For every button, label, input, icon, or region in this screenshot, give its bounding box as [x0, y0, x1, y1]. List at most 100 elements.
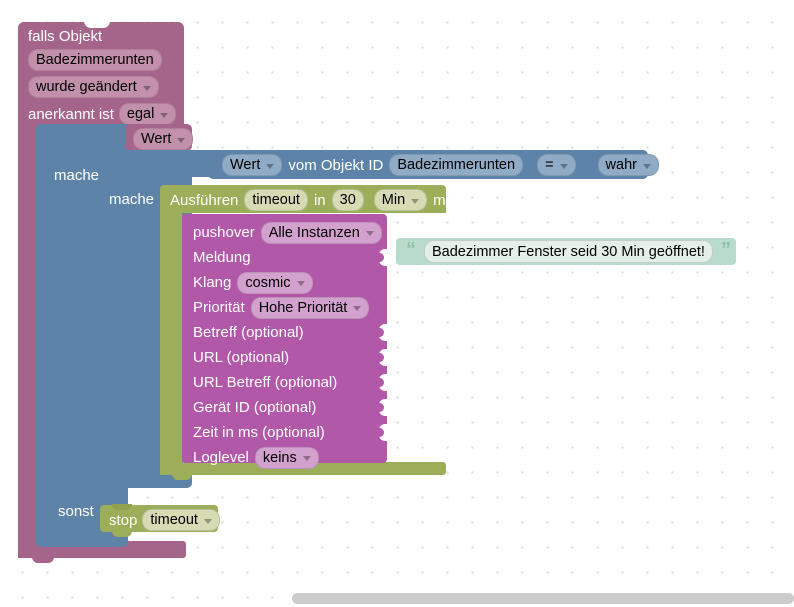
- pushover-row: URL Betreff (optional): [193, 370, 388, 395]
- pushover-row-dropdown[interactable]: keins: [254, 446, 319, 469]
- block-top-notch: [112, 504, 132, 510]
- event-object-row[interactable]: Badezimmerunten: [28, 49, 184, 71]
- pushover-row-label: Meldung: [193, 249, 251, 266]
- pushover-row-value: keins: [262, 449, 297, 466]
- value-input-socket[interactable]: [378, 374, 388, 391]
- event-ack-row[interactable]: anerkannt ist egal: [28, 103, 184, 125]
- pushover-row-label: Gerät ID (optional): [193, 399, 317, 416]
- pushover-row: URL (optional): [193, 345, 388, 370]
- stop-row: stop timeout: [109, 509, 220, 531]
- stop-timeout-value: timeout: [150, 512, 198, 528]
- value-input-socket[interactable]: [378, 399, 388, 416]
- chevron-down-icon: [296, 281, 305, 286]
- value-input-socket[interactable]: [378, 424, 388, 441]
- value-input-socket[interactable]: [378, 349, 388, 366]
- wert-value-outer: Wert: [141, 131, 172, 147]
- pushover-row: Priorität Hohe Priorität: [193, 295, 387, 320]
- chevron-down-icon: [203, 518, 212, 524]
- pushover-row-value: cosmic: [245, 274, 291, 291]
- value-block-wert-outer[interactable]: Wert: [125, 124, 194, 151]
- event-block[interactable]: falls Objekt Badezimmerunten wurde geänd…: [18, 21, 184, 134]
- pushover-row-label: Betreff (optional): [193, 324, 304, 341]
- event-trigger-dropdown[interactable]: wurde geändert: [28, 76, 159, 98]
- timeout-row: Ausführen timeout in 30 Min ms: [170, 189, 453, 211]
- pushover-title: pushover: [193, 224, 255, 241]
- timeout-action-label: Ausführen: [170, 191, 239, 209]
- block-top-notch: [84, 21, 110, 28]
- compare-right-dropdown[interactable]: wahr: [597, 154, 659, 176]
- pushover-instance-value: Alle Instanzen: [268, 224, 360, 241]
- comparison-block[interactable]: Wert vom Objekt ID Badezimmerunten = wah…: [208, 150, 659, 179]
- horizontal-scrollbar-thumb[interactable]: [292, 593, 794, 604]
- timeout-unit-value: Min: [381, 192, 406, 208]
- event-title-row: falls Objekt: [28, 29, 184, 44]
- comparison-row: Wert vom Objekt ID Badezimmerunten = wah…: [222, 154, 659, 176]
- blockly-workspace[interactable]: falls Objekt Badezimmerunten wurde geänd…: [0, 0, 794, 607]
- timeout-block-spine: [160, 210, 182, 465]
- timeout-ms-label: ms: [433, 191, 454, 209]
- event-trigger-row[interactable]: wurde geändert: [28, 76, 184, 98]
- timeout-unit-dropdown[interactable]: Min: [373, 189, 428, 211]
- do-keyword-outer: mache: [54, 167, 100, 184]
- event-object-id-field[interactable]: Badezimmerunten: [28, 49, 162, 71]
- compare-left-dropdown[interactable]: Wert: [222, 154, 283, 176]
- pushover-row: Zeit in ms (optional): [193, 420, 388, 445]
- chevron-down-icon: [160, 112, 169, 118]
- pushover-row: Gerät ID (optional): [193, 395, 388, 420]
- compare-operator-dropdown[interactable]: =: [537, 154, 576, 176]
- pushover-instance-dropdown[interactable]: Alle Instanzen: [260, 221, 382, 244]
- event-trigger-value: wurde geändert: [36, 79, 137, 95]
- pushover-row-label: Priorität: [193, 299, 245, 316]
- stop-action-label: stop: [109, 511, 138, 529]
- compare-left-value: Wert: [230, 157, 261, 173]
- chevron-down-icon: [411, 198, 420, 204]
- event-ack-label: anerkannt ist: [28, 105, 114, 123]
- do-keyword-inner: mache: [109, 191, 155, 208]
- pushover-row-label: Klang: [193, 274, 232, 291]
- chevron-down-icon: [302, 456, 311, 461]
- pushover-row-label: URL (optional): [193, 349, 290, 366]
- chevron-down-icon: [353, 306, 362, 311]
- pushover-row-label: URL Betreff (optional): [193, 374, 338, 391]
- event-ack-value: egal: [126, 106, 155, 122]
- chevron-down-icon: [177, 137, 186, 143]
- else-keyword-outer: sonst: [58, 503, 94, 520]
- pushover-block[interactable]: pushover Alle Instanzen Meldung Klang cosm…: [182, 214, 388, 469]
- pushover-title-row: pushover Alle Instanzen: [193, 220, 387, 245]
- close-quote-icon: ”: [720, 238, 731, 261]
- timeout-in-label: in: [313, 191, 326, 209]
- pushover-row-dropdown[interactable]: Hohe Priorität: [250, 296, 370, 319]
- chevron-down-icon: [266, 163, 275, 169]
- pushover-row: Loglevel keins: [193, 445, 387, 470]
- compare-object-id-field[interactable]: Badezimmerunten: [389, 154, 524, 176]
- block-bottom-notch: [112, 531, 132, 537]
- event-ack-dropdown[interactable]: egal: [118, 103, 177, 125]
- compare-right-value: wahr: [605, 157, 637, 173]
- pushover-row-dropdown[interactable]: cosmic: [237, 271, 313, 294]
- pushover-row-label: Loglevel: [193, 449, 249, 466]
- timeout-block-bottom-notch: [172, 474, 192, 480]
- horizontal-scrollbar-track[interactable]: [0, 591, 794, 607]
- timeout-block[interactable]: Ausführen timeout in 30 Min ms: [160, 185, 453, 213]
- chevron-down-icon: [642, 163, 651, 169]
- timeout-duration-field[interactable]: 30: [331, 189, 364, 211]
- event-title: falls Objekt: [28, 28, 103, 45]
- pushover-rows: Meldung Klang cosmic Priorität Hohe Prioritä…: [193, 245, 388, 470]
- message-text-field[interactable]: Badezimmer Fenster seid 30 Min geöffnet!: [424, 240, 713, 263]
- timeout-name-field[interactable]: timeout: [244, 189, 308, 211]
- chevron-down-icon: [142, 85, 151, 91]
- chevron-down-icon: [559, 163, 568, 169]
- chevron-down-icon: [365, 231, 374, 236]
- open-quote-icon: “: [406, 238, 416, 261]
- stop-timeout-dropdown[interactable]: timeout: [142, 509, 220, 531]
- pushover-row-value: Hohe Priorität: [258, 299, 348, 316]
- text-string-block[interactable]: “ Badezimmer Fenster seid 30 Min geöffne…: [396, 238, 736, 265]
- pushover-row: Klang cosmic: [193, 270, 387, 295]
- compare-operator-value: =: [545, 157, 554, 173]
- stop-timeout-block[interactable]: stop timeout: [100, 504, 220, 537]
- pushover-row: Meldung: [193, 245, 388, 270]
- value-input-socket[interactable]: [378, 324, 388, 341]
- event-block-bottom-notch: [32, 557, 54, 563]
- wert-dropdown-outer[interactable]: Wert: [133, 128, 194, 150]
- value-input-socket[interactable]: [378, 249, 388, 266]
